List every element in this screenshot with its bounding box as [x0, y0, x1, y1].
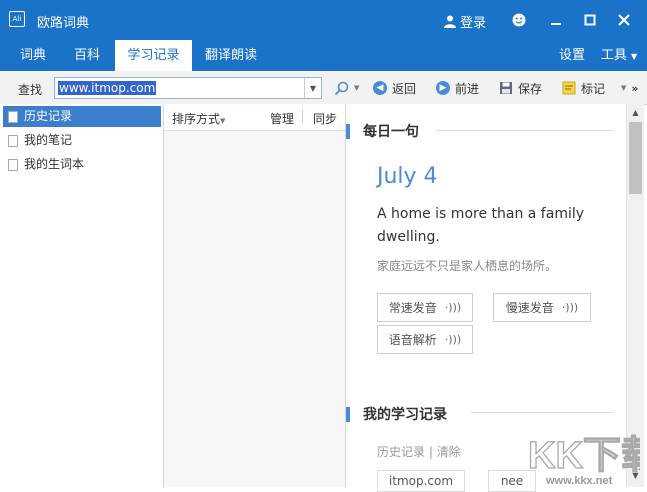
tools-label: 工具: [600, 48, 627, 63]
clear-link[interactable]: 清除: [437, 445, 461, 459]
maximize-button[interactable]: [578, 8, 602, 32]
document-icon: [8, 110, 18, 123]
close-button[interactable]: [612, 8, 636, 32]
nav-item-history[interactable]: 历史记录: [3, 106, 161, 127]
section-divider: [436, 130, 614, 131]
settings-menu[interactable]: 设置: [552, 40, 592, 71]
daily-sentence-zh: 家庭远远不只是家人栖息的场所。: [377, 259, 558, 273]
history-chip[interactable]: nee: [488, 470, 536, 492]
app-logo-icon: Ali: [9, 11, 25, 27]
tab-study-records[interactable]: 学习记录: [115, 40, 192, 71]
scroll-down-icon[interactable]: ▼: [627, 467, 644, 484]
chevron-down-icon: ▼: [309, 83, 317, 93]
left-nav-panel: 历史记录 我的笔记 我的生词本: [0, 104, 164, 487]
section-marker: [346, 123, 350, 139]
history-chip[interactable]: itmop.com: [377, 470, 465, 492]
login-label: 登录: [460, 16, 487, 31]
daily-sentence-heading: 每日一句: [346, 121, 419, 141]
study-records-heading: 我的学习记录: [346, 404, 447, 424]
main-tab-bar: 词典 百科 学习记录 翻译朗读 设置 工具 ▼: [0, 40, 647, 71]
smiley-icon: [512, 13, 526, 27]
close-icon: [618, 14, 630, 26]
login-button[interactable]: 登录: [444, 12, 486, 31]
daily-sentence-title: 每日一句: [363, 124, 419, 140]
double-chevron-right-icon: »: [631, 81, 639, 95]
search-input[interactable]: [56, 79, 306, 97]
note-icon: [562, 81, 576, 95]
tools-menu[interactable]: 工具 ▼: [597, 40, 641, 71]
speaker-waves-icon: ·))): [561, 301, 579, 314]
sync-button[interactable]: 同步: [313, 110, 337, 127]
slow-speed-audio-button[interactable]: 慢速发音 ·))): [493, 293, 591, 322]
document-icon: [8, 134, 18, 147]
save-button[interactable]: 保存: [499, 79, 542, 97]
record-list-panel: 排序方式▼ 管理 同步: [164, 104, 346, 487]
tab-dictionary[interactable]: 词典: [10, 40, 56, 71]
slow-speed-label: 慢速发音: [505, 301, 554, 315]
nav-item-notes[interactable]: 我的笔记: [3, 130, 161, 151]
app-title: 欧路词典: [37, 16, 90, 31]
divider: [302, 110, 303, 123]
scrollbar-thumb[interactable]: [629, 122, 642, 194]
nav-item-label: 历史记录: [24, 109, 73, 123]
save-label: 保存: [518, 81, 543, 96]
toolbar-overflow-button[interactable]: ▼ »: [621, 79, 639, 97]
chevron-down-icon: ▼: [621, 84, 627, 92]
forward-label: 前进: [455, 81, 480, 96]
chevron-down-icon: ▼: [354, 84, 360, 92]
vertical-scrollbar[interactable]: ▲ ▼: [626, 104, 644, 487]
tab-encyclopedia[interactable]: 百科: [64, 40, 110, 71]
back-button[interactable]: ◀ 返回: [373, 79, 416, 97]
normal-speed-audio-button[interactable]: 常速发音 ·))): [377, 293, 473, 322]
maximize-icon: [584, 14, 596, 26]
lookup-label: 查找: [18, 83, 43, 97]
normal-speed-label: 常速发音: [388, 301, 437, 315]
content-panel: 每日一句 July 4 A home is more than a family…: [346, 104, 626, 492]
bookmark-button[interactable]: 标记: [562, 79, 605, 97]
sort-dropdown[interactable]: 排序方式▼: [172, 110, 225, 127]
daily-date: July 4: [377, 164, 438, 189]
search-dropdown-button[interactable]: ▼: [304, 78, 321, 98]
forward-button[interactable]: ▶ 前进: [436, 79, 479, 97]
scroll-up-icon[interactable]: ▲: [627, 104, 644, 121]
speech-analysis-button[interactable]: 语音解析 ·))): [377, 325, 473, 354]
smiley-feedback-button[interactable]: [507, 8, 531, 32]
history-links: 历史记录 | 清除: [377, 443, 461, 460]
bookmark-label: 标记: [581, 81, 606, 96]
speaker-waves-icon: ·))): [444, 333, 462, 346]
section-marker: [346, 406, 350, 422]
user-icon: [444, 15, 456, 28]
tab-translate[interactable]: 翻译朗读: [198, 40, 264, 71]
analysis-label: 语音解析: [388, 333, 437, 347]
separator: |: [428, 445, 433, 459]
search-box: www.itmop.com ▼: [54, 77, 322, 99]
record-list-header: 排序方式▼ 管理 同步: [164, 104, 345, 131]
search-icon: [334, 81, 349, 95]
back-label: 返回: [392, 81, 417, 96]
manage-button[interactable]: 管理: [270, 110, 294, 127]
minimize-button[interactable]: [544, 8, 568, 32]
minimize-icon: [551, 23, 561, 25]
forward-arrow-icon: ▶: [436, 81, 450, 95]
floppy-disk-icon: [500, 82, 512, 94]
nav-item-label: 我的生词本: [24, 157, 85, 171]
search-button[interactable]: ▼: [334, 79, 359, 97]
history-link[interactable]: 历史记录: [377, 445, 425, 459]
nav-item-label: 我的笔记: [24, 133, 73, 147]
daily-sentence-en: A home is more than a family dwelling.: [377, 206, 585, 245]
nav-item-vocabulary[interactable]: 我的生词本: [3, 154, 161, 175]
study-records-title: 我的学习记录: [363, 407, 447, 423]
speaker-waves-icon: ·))): [444, 301, 462, 314]
caret-down-icon: ▼: [220, 117, 226, 125]
section-divider: [471, 412, 614, 413]
toolbar: 查找 www.itmop.com ▼ ▼ ◀ 返回 ▶ 前进 保存 标记 ▼ »: [0, 71, 647, 105]
back-arrow-icon: ◀: [373, 81, 387, 95]
title-bar: Ali 欧路词典 登录: [0, 0, 647, 40]
document-icon: [8, 158, 18, 171]
chevron-down-icon: ▼: [631, 52, 638, 61]
sort-label: 排序方式: [172, 112, 221, 126]
